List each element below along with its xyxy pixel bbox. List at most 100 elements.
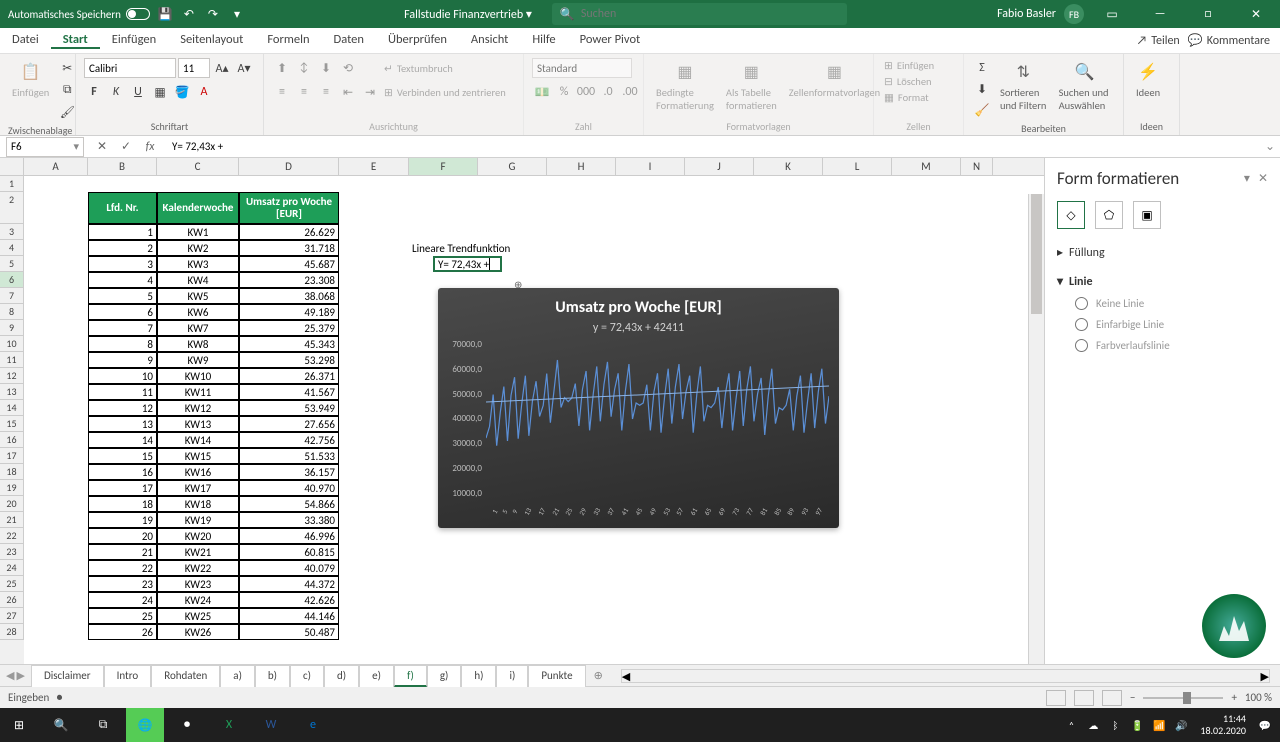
pane-tab-effects-icon[interactable]: ⬠ [1095,201,1123,229]
start-icon[interactable]: ⊞ [0,708,38,742]
bold-icon[interactable]: F [84,82,104,102]
ideas-button[interactable]: ⚡Ideen [1132,58,1164,101]
format-cells-button[interactable]: ▦Format [882,90,931,105]
minimize-icon[interactable]: — [1140,0,1180,28]
expand-formula-icon[interactable]: ⌄ [1260,139,1280,154]
pane-tab-fill-icon[interactable]: ◇ [1057,201,1085,229]
row-header-3[interactable]: 3 [0,224,24,240]
row-header-14[interactable]: 14 [0,400,24,416]
decimal-inc-icon[interactable]: .0 [598,82,618,102]
tab-formeln[interactable]: Formeln [255,32,321,47]
app-obs-icon[interactable]: ⏺ [168,708,206,742]
cell-styles-button[interactable]: ▦Zellenformatvorlagen [785,58,884,101]
zoom-out-icon[interactable]: − [1130,691,1135,704]
percent-icon[interactable]: % [554,82,574,102]
merge-button[interactable]: ⊞Verbinden und zentrieren [382,82,508,102]
insert-cells-button[interactable]: ⊞Einfügen [882,58,936,73]
cut-icon[interactable]: ✂ [57,58,77,78]
taskbar-clock[interactable]: 11:44 18.02.2020 [1194,713,1252,737]
col-header-L[interactable]: L [823,158,892,175]
align-right-icon[interactable]: ≡ [316,82,336,102]
font-name-input[interactable] [84,58,176,78]
sheet-tab[interactable]: c) [290,665,324,687]
row-header-20[interactable]: 20 [0,496,24,512]
thousands-icon[interactable]: 000 [576,82,596,102]
pane-close-icon[interactable]: ✕ [1258,171,1268,186]
row-header-10[interactable]: 10 [0,336,24,352]
pane-options-icon[interactable]: ▾ [1244,171,1250,186]
indent-right-icon[interactable]: ⇥ [360,82,380,102]
autosave-toggle[interactable]: Automatisches Speichern [8,8,150,21]
app-edge-icon[interactable]: e [294,708,332,742]
app-word-icon[interactable]: W [252,708,290,742]
add-sheet-icon[interactable]: ⊕ [586,669,611,682]
user-avatar[interactable]: FB [1064,4,1084,24]
row-header-2[interactable]: 2 [0,192,24,224]
app-excel-icon[interactable]: X [210,708,248,742]
row-header-6[interactable]: 6 [0,272,24,288]
radio-no-line[interactable]: Keine Linie [1057,293,1268,314]
tab-datei[interactable]: Datei [0,32,51,47]
zoom-slider[interactable] [1143,697,1223,699]
tray-volume-icon[interactable]: 🔊 [1172,716,1190,734]
number-format-select[interactable] [532,58,632,78]
row-header-15[interactable]: 15 [0,416,24,432]
sheet-nav-prev-icon[interactable]: ◀ [6,669,14,682]
italic-icon[interactable]: K [106,82,126,102]
row-header-16[interactable]: 16 [0,432,24,448]
orientation-icon[interactable]: ⟲ [338,58,358,78]
row-header-24[interactable]: 24 [0,560,24,576]
view-break-icon[interactable] [1102,690,1122,706]
user-name[interactable]: Fabio Basler [997,7,1056,21]
close-icon[interactable]: ✕ [1236,0,1276,28]
share-button[interactable]: ↗ Teilen [1137,33,1180,48]
row-header-5[interactable]: 5 [0,256,24,272]
spreadsheet[interactable]: ABCDEFGHIJKLMN 1234567891011121314151617… [0,158,1044,664]
row-header-11[interactable]: 11 [0,352,24,368]
tray-bluetooth-icon[interactable]: ᛒ [1106,716,1124,734]
qat-more-icon[interactable]: ▾ [228,5,246,23]
tab-daten[interactable]: Daten [322,32,376,47]
undo-icon[interactable]: ↶ [180,5,198,23]
row-header-26[interactable]: 26 [0,592,24,608]
sheet-tab[interactable]: Rohdaten [151,665,220,687]
tab-überprüfen[interactable]: Überprüfen [376,32,459,47]
col-header-E[interactable]: E [339,158,409,175]
tray-wifi-icon[interactable]: 📶 [1150,716,1168,734]
maximize-icon[interactable]: □ [1188,0,1228,28]
row-header-1[interactable]: 1 [0,176,24,192]
view-page-icon[interactable] [1074,690,1094,706]
row-header-28[interactable]: 28 [0,624,24,640]
decimal-dec-icon[interactable]: .00 [620,82,640,102]
col-header-B[interactable]: B [88,158,157,175]
sheet-tab[interactable]: h) [461,665,496,687]
taskview-icon[interactable]: ⧉ [84,708,122,742]
row-header-21[interactable]: 21 [0,512,24,528]
copy-icon[interactable]: ⧉ [57,80,77,100]
underline-icon[interactable]: U [128,82,148,102]
fx-icon[interactable]: fx [140,137,160,157]
row-header-19[interactable]: 19 [0,480,24,496]
fill-color-icon[interactable]: 🪣 [172,82,192,102]
tray-onedrive-icon[interactable]: ☁ [1084,716,1102,734]
radio-solid-line[interactable]: Einfarbige Linie [1057,314,1268,335]
tab-einfügen[interactable]: Einfügen [100,32,168,47]
zoom-level[interactable]: 100 % [1245,691,1272,704]
sheet-tab[interactable]: e) [359,665,394,687]
cancel-formula-icon[interactable]: ✕ [92,137,112,157]
format-painter-icon[interactable]: 🖌 [57,102,77,122]
paste-button[interactable]: 📋Einfügen [8,58,53,101]
row-header-4[interactable]: 4 [0,240,24,256]
row-header-18[interactable]: 18 [0,464,24,480]
row-header-22[interactable]: 22 [0,528,24,544]
align-center-icon[interactable]: ≡ [294,82,314,102]
formula-input[interactable] [168,140,1260,153]
row-header-17[interactable]: 17 [0,448,24,464]
tab-start[interactable]: Start [51,32,100,49]
horizontal-scrollbar[interactable]: ◀▶ [621,669,1270,683]
sheet-tab[interactable]: b) [255,665,290,687]
row-header-25[interactable]: 25 [0,576,24,592]
col-header-I[interactable]: I [616,158,685,175]
format-table-button[interactable]: ▦Als Tabelle formatieren [722,58,781,114]
pane-section-fill[interactable]: ▸ Füllung [1057,241,1268,264]
